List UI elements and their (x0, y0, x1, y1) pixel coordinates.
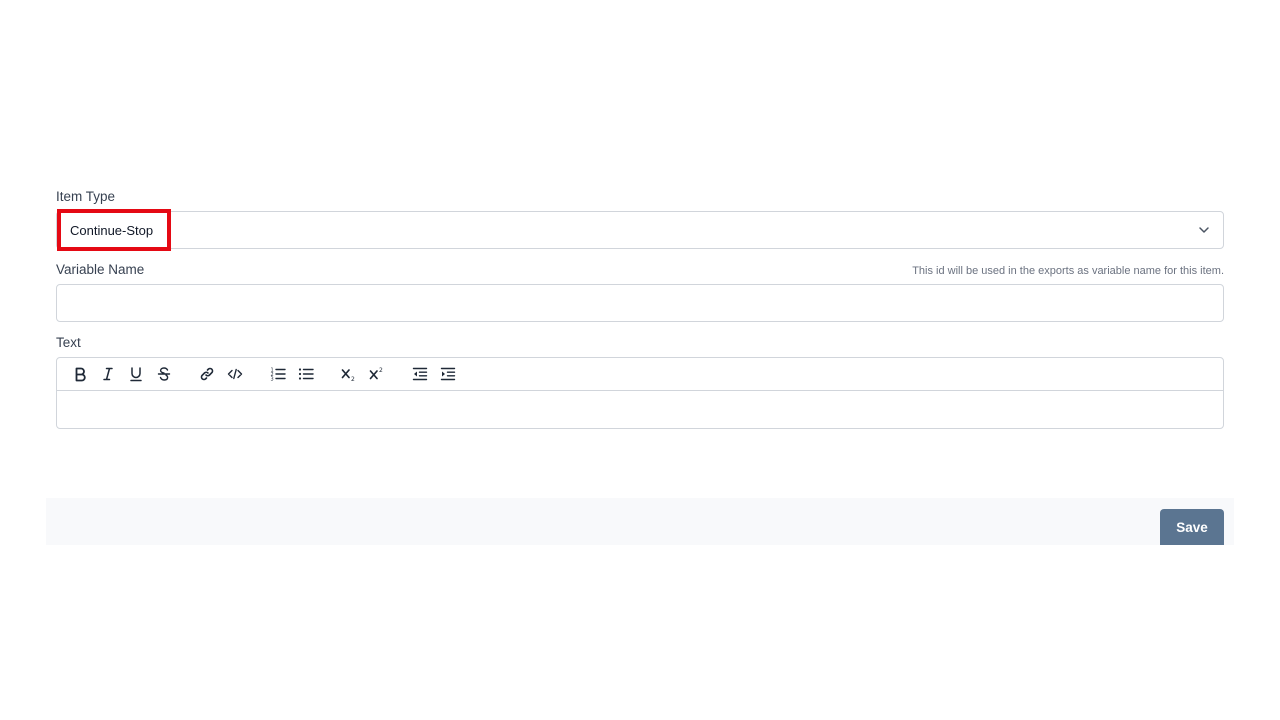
save-button[interactable]: Save (1160, 509, 1224, 545)
bold-button[interactable] (66, 360, 94, 388)
outdent-icon (412, 367, 428, 381)
bullet-list-button[interactable] (292, 360, 320, 388)
bold-icon (75, 367, 86, 382)
link-icon (200, 367, 214, 381)
italic-icon (103, 367, 113, 381)
indent-button[interactable] (434, 360, 462, 388)
selected-value-highlight: Continue-Stop (57, 209, 171, 251)
variable-name-input[interactable] (56, 284, 1224, 322)
svg-text:2: 2 (379, 367, 383, 374)
item-type-selected-value: Continue-Stop (70, 222, 154, 238)
superscript-button[interactable]: 2 (363, 360, 391, 388)
svg-text:2: 2 (351, 376, 355, 382)
italic-button[interactable] (94, 360, 122, 388)
subscript-button[interactable]: 2 (335, 360, 363, 388)
code-button[interactable] (221, 360, 249, 388)
text-label: Text (56, 335, 81, 350)
rich-text-editor: 1 2 3 2 2 (56, 357, 1224, 429)
indent-icon (440, 367, 456, 381)
editor-content-area[interactable] (57, 391, 1223, 428)
strikethrough-button[interactable] (150, 360, 178, 388)
code-icon (227, 368, 243, 380)
ordered-list-icon: 1 2 3 (271, 368, 286, 383)
strikethrough-icon (157, 367, 171, 381)
variable-name-hint: This id will be used in the exports as v… (912, 265, 1224, 277)
superscript-icon: 2 (369, 367, 383, 380)
item-form: Item Type Continue-Stop Variable Name Th… (56, 186, 1224, 429)
item-type-label-row: Item Type (56, 186, 1224, 208)
variable-name-label: Variable Name (56, 262, 145, 277)
item-type-label: Item Type (56, 189, 116, 204)
bullet-list-icon (298, 368, 314, 380)
form-footer: Save (46, 498, 1234, 545)
underline-button[interactable] (122, 360, 150, 388)
ordered-list-button[interactable]: 1 2 3 (264, 360, 292, 388)
editor-toolbar: 1 2 3 2 2 (57, 358, 1223, 391)
variable-name-label-row: Variable Name This id will be used in th… (56, 259, 1224, 281)
chevron-down-icon[interactable] (1197, 223, 1211, 237)
underline-icon (130, 367, 142, 382)
text-label-row: Text (56, 332, 1224, 354)
svg-text:3: 3 (271, 377, 274, 383)
subscript-icon: 2 (341, 369, 355, 382)
outdent-button[interactable] (406, 360, 434, 388)
item-type-select[interactable]: Continue-Stop (56, 209, 1224, 251)
link-button[interactable] (193, 360, 221, 388)
